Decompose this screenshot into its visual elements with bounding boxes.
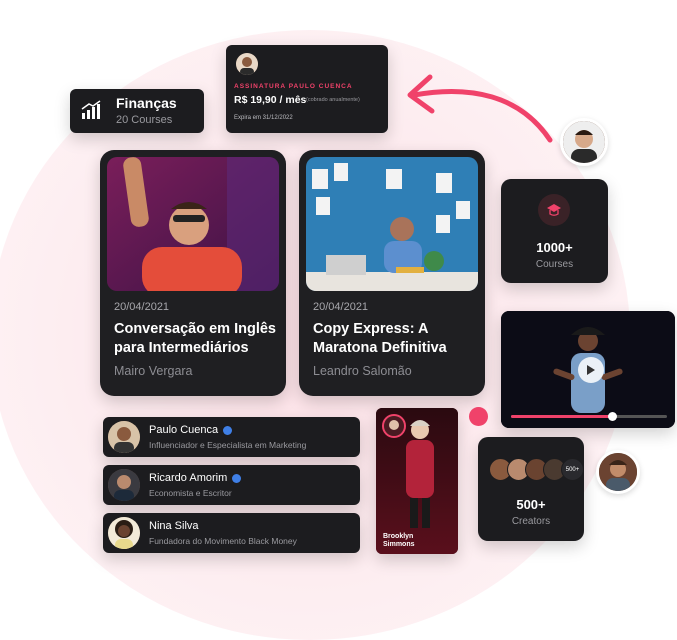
category-subtitle: 20 Courses [116, 114, 173, 126]
creator-name-row: Nina Silva [149, 520, 199, 532]
verified-globe-icon [232, 473, 242, 483]
course-author: Leandro Salomão [313, 364, 412, 378]
creator-role: Fundadora do Movimento Black Money [149, 536, 297, 546]
verified-globe-icon [223, 425, 233, 435]
creator-name-row: Ricardo Amorim [149, 472, 242, 484]
creators-stat-card: 500+ 500+ Creators [478, 437, 584, 541]
avatar [560, 118, 608, 166]
subscription-expiry: Expira em 31/12/2022 [234, 115, 293, 121]
avatar [108, 469, 140, 501]
courses-label: Courses [535, 259, 574, 270]
speaker-name: Brooklyn Simmons [383, 533, 415, 548]
course-date: 20/04/2021 [313, 301, 369, 313]
avatar [596, 450, 640, 494]
course-thumbnail [306, 157, 478, 291]
creator-item[interactable]: Nina Silva Fundadora do Movimento Black … [103, 513, 360, 553]
arrow-icon [407, 74, 553, 143]
progress-fill [511, 415, 613, 418]
subscription-price: R$ 19,90 / mês [234, 94, 307, 106]
status-dot [469, 407, 488, 426]
graduation-cap-icon [538, 194, 570, 226]
more-badge: 500+ [561, 458, 584, 481]
progress-track[interactable] [511, 412, 667, 421]
avatar [382, 414, 406, 438]
course-date: 20/04/2021 [114, 301, 170, 313]
courses-count: 1000+ [536, 240, 573, 255]
course-thumbnail [107, 157, 279, 291]
creator-role: Economista e Escritor [149, 488, 232, 498]
play-button[interactable] [578, 357, 604, 383]
creator-item[interactable]: Paulo Cuenca Influenciador e Especialist… [103, 417, 360, 457]
creator-name: Paulo Cuenca [149, 424, 219, 436]
creator-role: Influenciador e Especialista em Marketin… [149, 440, 307, 450]
creator-item[interactable]: Ricardo Amorim Economista e Escritor [103, 465, 360, 505]
course-card[interactable]: 20/04/2021 Copy Express: A Maratona Defi… [299, 150, 485, 396]
video-player[interactable] [501, 311, 675, 428]
creator-name: Ricardo Amorim [149, 472, 228, 484]
avatar-stack: 500+ [489, 458, 584, 481]
course-title: Copy Express: A Maratona Definitiva [313, 321, 447, 356]
creator-name-row: Paulo Cuenca [149, 424, 233, 436]
avatar [236, 53, 258, 75]
category-title: Finanças [116, 95, 177, 111]
subscription-note: (cobrado anualmente) [306, 97, 360, 103]
course-card[interactable]: 20/04/2021 Conversação em Inglês para In… [100, 150, 286, 396]
course-author: Mairo Vergara [114, 364, 193, 378]
course-title: Conversação em Inglês para Intermediário… [114, 321, 276, 356]
creators-count: 500+ [516, 497, 546, 512]
subscription-label: ASSINATURA PAULO CUENCA [234, 83, 353, 90]
subscription-card[interactable]: ASSINATURA PAULO CUENCA R$ 19,90 / mês (… [226, 45, 388, 133]
creator-name: Nina Silva [149, 520, 199, 532]
speaker-card[interactable]: Brooklyn Simmons [376, 408, 458, 554]
creators-label: Creators [511, 516, 551, 527]
avatar [108, 517, 140, 549]
bar-chart-icon [81, 100, 101, 119]
courses-stat-card: 1000+ Courses [501, 179, 608, 283]
category-card-financas[interactable]: Finanças 20 Courses [70, 89, 204, 133]
avatar [108, 421, 140, 453]
